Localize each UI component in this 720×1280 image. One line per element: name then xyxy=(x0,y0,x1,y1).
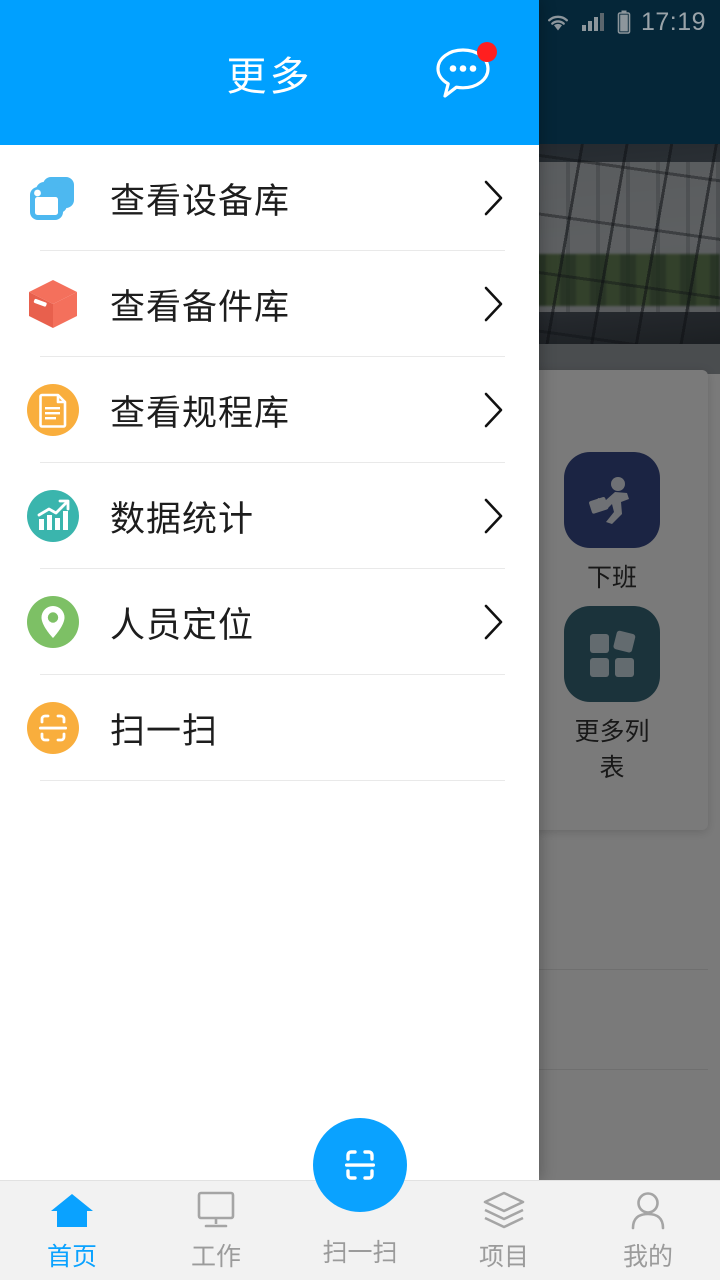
cellular-signal-icon xyxy=(581,11,607,33)
menu-item-data-statistics[interactable]: 数据统计 xyxy=(0,463,539,569)
menu-item-spare-parts-library[interactable]: 查看备件库 xyxy=(0,251,539,357)
menu-item-label: 扫一扫 xyxy=(110,703,475,754)
nav-label: 扫一扫 xyxy=(322,1233,397,1269)
chat-unread-badge xyxy=(477,42,497,62)
device-library-icon xyxy=(24,169,82,227)
menu-item-label: 人员定位 xyxy=(110,597,475,648)
menu-item-device-library[interactable]: 查看设备库 xyxy=(0,145,539,251)
nav-item-work[interactable]: 工作 xyxy=(144,1181,288,1280)
app-screen: 统 下班 xyxy=(0,0,720,1280)
menu-item-label: 数据统计 xyxy=(110,491,475,542)
scan-fab-icon xyxy=(334,1139,386,1191)
menu-item-label: 查看规程库 xyxy=(110,385,475,436)
menu-item-regulation-library[interactable]: 查看规程库 xyxy=(0,357,539,463)
status-bar-time: 17:19 xyxy=(641,8,706,37)
drawer-menu-list: 查看设备库 查看备件库 xyxy=(0,145,539,1180)
chat-button[interactable] xyxy=(429,38,499,108)
drawer-title: 更多 xyxy=(227,44,313,102)
menu-item-label: 查看设备库 xyxy=(110,173,475,224)
nav-label: 首页 xyxy=(47,1237,97,1273)
nav-item-home[interactable]: 首页 xyxy=(0,1181,144,1280)
more-drawer-panel: 更多 xyxy=(0,0,539,1180)
drawer-header: 更多 xyxy=(0,0,539,145)
wifi-icon xyxy=(545,11,571,33)
chevron-right-icon xyxy=(475,285,505,323)
drawer-scrim-overlay[interactable] xyxy=(539,0,720,1180)
layers-project-icon xyxy=(481,1189,527,1231)
battery-icon xyxy=(617,10,631,34)
regulation-document-icon xyxy=(24,381,82,439)
home-icon xyxy=(49,1189,95,1231)
nav-item-project[interactable]: 项目 xyxy=(432,1181,576,1280)
status-bar: 17:19 xyxy=(539,0,720,44)
scan-fab-button[interactable] xyxy=(313,1118,407,1212)
chevron-right-icon xyxy=(475,391,505,429)
data-statistics-chart-icon xyxy=(24,487,82,545)
chevron-right-icon xyxy=(475,497,505,535)
scan-qr-icon xyxy=(24,699,82,757)
spare-parts-box-icon xyxy=(24,275,82,333)
chevron-right-icon xyxy=(475,603,505,641)
person-profile-icon xyxy=(625,1189,671,1231)
nav-label: 项目 xyxy=(479,1237,529,1273)
menu-item-label: 查看备件库 xyxy=(110,279,475,330)
personnel-location-pin-icon xyxy=(24,593,82,651)
nav-label: 我的 xyxy=(623,1237,673,1273)
nav-label: 工作 xyxy=(191,1237,241,1273)
nav-item-profile[interactable]: 我的 xyxy=(576,1181,720,1280)
monitor-work-icon xyxy=(193,1189,239,1231)
menu-item-scan[interactable]: 扫一扫 xyxy=(0,675,539,781)
menu-item-personnel-location[interactable]: 人员定位 xyxy=(0,569,539,675)
chevron-right-icon xyxy=(475,179,505,217)
